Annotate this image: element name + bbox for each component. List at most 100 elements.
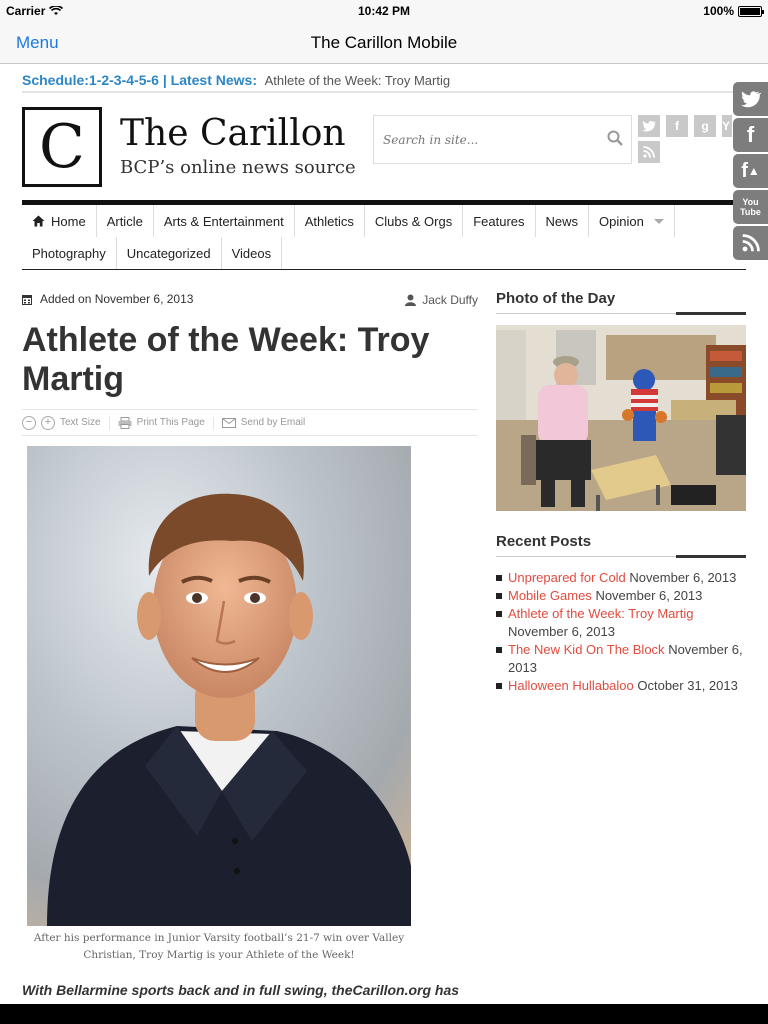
rss-icon (742, 234, 760, 252)
recent-post-date: November 6, 2013 (508, 624, 615, 639)
date-text: Added on November 6, 2013 (40, 292, 194, 306)
facebook-like-icon: f (741, 159, 748, 182)
search-input[interactable] (374, 116, 594, 163)
recent-posts-heading: Recent Posts (496, 533, 746, 558)
facebook-icon: f (746, 122, 755, 147)
menu-label: Home (51, 213, 86, 229)
recent-post-link[interactable]: Halloween Hullabaloo (508, 678, 634, 693)
clock: 10:42 PM (357, 4, 411, 18)
classroom-illustration (496, 325, 746, 511)
site-name[interactable]: The Carillon (120, 113, 346, 154)
email-label: Send by Email (240, 417, 306, 428)
text-size-label: Text Size (60, 417, 101, 428)
home-icon (32, 215, 45, 227)
calendar-icon (22, 294, 32, 305)
site-logo[interactable]: C (22, 107, 102, 187)
battery-indicator: 100% (703, 4, 764, 18)
news-ticker: Schedule:1-2-3-4-5-6 | Latest News: Athl… (22, 64, 746, 93)
googleplus-small-icon[interactable]: g (694, 115, 716, 137)
recent-post-date: October 31, 2013 (637, 678, 738, 693)
menu-button[interactable]: Menu (16, 33, 59, 53)
athlete-portrait-image (27, 446, 411, 926)
facebook-small-icon[interactable]: f (666, 115, 688, 137)
menu-label: Features (473, 213, 525, 229)
youtube-small-icon[interactable]: Y (722, 115, 732, 137)
menu-item-article[interactable]: Article (97, 205, 154, 237)
author-name[interactable]: Jack Duffy (422, 293, 478, 307)
menu-label: Opinion (599, 213, 644, 229)
recent-post-link[interactable]: The New Kid On The Block (508, 642, 665, 657)
twitter-share-button[interactable] (733, 82, 768, 116)
chevron-down-icon (653, 218, 664, 224)
increase-text-icon[interactable]: + (41, 415, 55, 430)
print-button[interactable]: Print This Page (118, 416, 214, 429)
list-item: Unprepared for Cold November 6, 2013 (496, 569, 746, 587)
battery-percent: 100% (703, 4, 734, 18)
menu-item-clubs-orgs[interactable]: Clubs & Orgs (365, 205, 464, 237)
thumbs-up-icon: ▲ (747, 164, 760, 178)
email-button[interactable]: Send by Email (221, 417, 313, 428)
print-label: Print This Page (136, 417, 205, 428)
recent-posts-list: Unprepared for Cold November 6, 2013 Mob… (496, 569, 746, 695)
photo-caption: After his performance in Junior Varsity … (33, 932, 405, 961)
search-icon[interactable] (607, 130, 623, 146)
recent-post-link[interactable]: Mobile Games (508, 588, 592, 603)
site-tagline: BCP’s online news source (120, 157, 356, 178)
article-meta: Added on November 6, 2013 Jack Duffy (22, 290, 478, 310)
recent-post-date: November 6, 2013 (595, 588, 703, 603)
menu-item-news[interactable]: News (536, 205, 590, 237)
menu-item-videos[interactable]: Videos (222, 237, 283, 269)
list-item: Mobile Games November 6, 2013 (496, 587, 746, 605)
menu-item-opinion[interactable]: Opinion (589, 205, 675, 237)
recent-post-date: November 6, 2013 (629, 570, 737, 585)
main-menu: Home Article Arts & Entertainment Athlet… (22, 205, 746, 270)
article: Added on November 6, 2013 Jack Duffy Ath… (22, 290, 478, 1002)
rss-button[interactable] (733, 226, 768, 260)
menu-label: Athletics (304, 213, 354, 229)
facebook-like-button[interactable]: f ▲ (733, 154, 768, 188)
ticker-separator: | (158, 72, 171, 88)
rss-small-icon[interactable] (638, 141, 660, 163)
navigation-bar: Menu The Carillon Mobile (0, 22, 768, 64)
youtube-button[interactable]: You Tube (733, 190, 768, 224)
search-box (373, 115, 632, 164)
decrease-text-icon[interactable]: − (22, 415, 36, 430)
menu-item-home[interactable]: Home (22, 205, 97, 237)
latest-news-label: Latest News: (170, 72, 257, 88)
envelope-icon (221, 417, 236, 428)
menu-item-athletics[interactable]: Athletics (295, 205, 365, 237)
recent-post-link[interactable]: Athlete of the Week: Troy Martig (508, 606, 693, 621)
list-item: Halloween Hullabaloo October 31, 2013 (496, 677, 746, 695)
portrait-illustration (27, 446, 411, 926)
latest-news-link[interactable]: Athlete of the Week: Troy Martig (265, 73, 450, 88)
menu-item-uncategorized[interactable]: Uncategorized (117, 237, 222, 269)
status-bar: Carrier 10:42 PM 100% (0, 0, 768, 22)
menu-item-photography[interactable]: Photography (22, 237, 117, 269)
menu-item-arts-entertainment[interactable]: Arts & Entertainment (154, 205, 295, 237)
menu-label: Uncategorized (126, 245, 211, 261)
recent-post-link[interactable]: Unprepared for Cold (508, 570, 626, 585)
site-header: C The Carillon BCP’s online news source … (22, 93, 746, 205)
logo-letter: C (39, 112, 85, 182)
facebook-share-button[interactable]: f (733, 118, 768, 152)
twitter-small-icon[interactable] (638, 115, 660, 137)
menu-label: Article (106, 213, 143, 229)
text-size-tool: − + Text Size (22, 415, 110, 430)
article-tools: − + Text Size Print This Page Send by Em… (22, 409, 478, 436)
navbar-title: The Carillon Mobile (310, 33, 458, 52)
article-title: Athlete of the Week: Troy Martig (22, 321, 430, 398)
menu-label: Videos (231, 245, 272, 261)
article-lead-text: With Bellarmine sports back and in full … (22, 982, 460, 998)
list-item: Athlete of the Week: Troy Martig Novembe… (496, 605, 746, 641)
photo-of-the-day-image[interactable] (496, 325, 746, 511)
recent-posts-widget: Recent Posts Unprepared for Cold Novembe… (496, 533, 746, 695)
article-author: Jack Duffy (405, 293, 478, 307)
schedule-link[interactable]: Schedule:1-2-3-4-5-6 (22, 72, 159, 88)
printer-icon (118, 416, 132, 429)
youtube-icon: You Tube (740, 197, 761, 217)
floating-share-bar: f f ▲ You Tube (733, 82, 768, 262)
article-date: Added on November 6, 2013 (22, 292, 193, 306)
menu-label: News (545, 213, 579, 229)
photo-of-the-day-heading: Photo of the Day (496, 290, 746, 315)
menu-item-features[interactable]: Features (463, 205, 536, 237)
